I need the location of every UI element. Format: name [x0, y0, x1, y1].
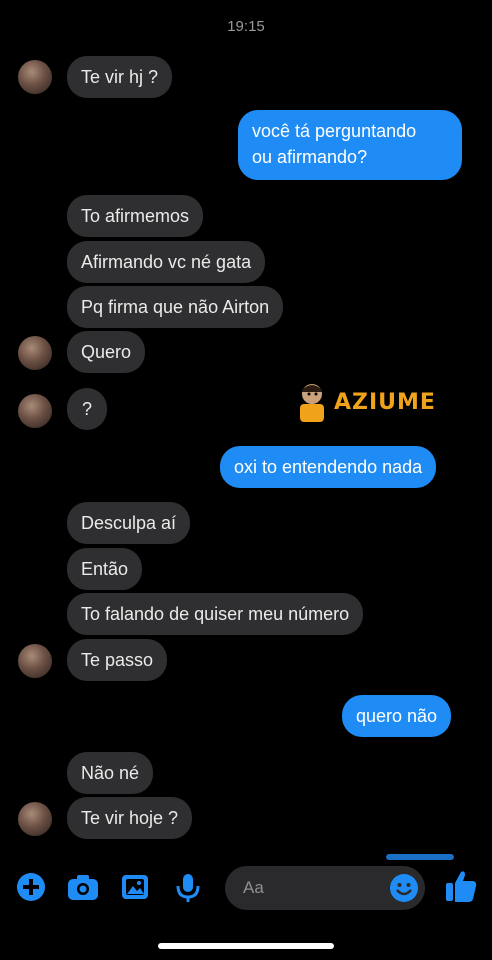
emoji-icon[interactable] — [389, 873, 419, 908]
incoming-message[interactable]: Afirmando vc né gata — [67, 241, 266, 283]
outgoing-message[interactable]: você tá perguntando ou afirmando? — [238, 110, 462, 180]
incoming-message[interactable]: To falando de quiser meu número — [67, 593, 364, 635]
plus-icon[interactable] — [16, 872, 46, 907]
typing-indicator-edge — [386, 854, 454, 860]
contact-avatar[interactable] — [18, 802, 52, 836]
incoming-message[interactable]: Te vir hj ? — [67, 56, 173, 98]
microphone-icon[interactable] — [174, 872, 202, 909]
contact-avatar[interactable] — [18, 644, 52, 678]
message-input[interactable]: Aa — [225, 866, 425, 910]
incoming-message[interactable]: Desculpa aí — [67, 502, 191, 544]
thumbs-up-icon[interactable] — [444, 868, 478, 909]
outgoing-message[interactable]: quero não — [342, 695, 452, 737]
message-line: ou afirmando? — [252, 147, 368, 167]
status-bar-time: 19:15 — [227, 18, 265, 35]
home-indicator[interactable] — [158, 943, 334, 949]
gallery-icon[interactable] — [120, 872, 150, 907]
contact-avatar[interactable] — [18, 336, 52, 370]
incoming-message[interactable]: Não né — [67, 752, 154, 794]
mascot-icon — [300, 384, 324, 422]
incoming-message[interactable]: Quero — [67, 331, 146, 373]
outgoing-message[interactable]: oxi to entendendo nada — [220, 446, 437, 488]
incoming-message[interactable]: To afirmemos — [67, 195, 204, 237]
incoming-message[interactable]: Pq firma que não Airton — [67, 286, 284, 328]
message-input-placeholder: Aa — [243, 878, 264, 897]
incoming-message[interactable]: Te vir hoje ? — [67, 797, 193, 839]
watermark-text: AZIUME — [334, 390, 436, 415]
contact-avatar[interactable] — [18, 394, 52, 428]
message-line: você tá perguntando — [252, 121, 417, 141]
incoming-message[interactable]: ? — [67, 388, 107, 430]
camera-icon[interactable] — [66, 872, 100, 907]
contact-avatar[interactable] — [18, 60, 52, 94]
incoming-message[interactable]: Te passo — [67, 639, 168, 681]
watermark-logo: AZIUME — [292, 380, 442, 426]
incoming-message[interactable]: Então — [67, 548, 143, 590]
